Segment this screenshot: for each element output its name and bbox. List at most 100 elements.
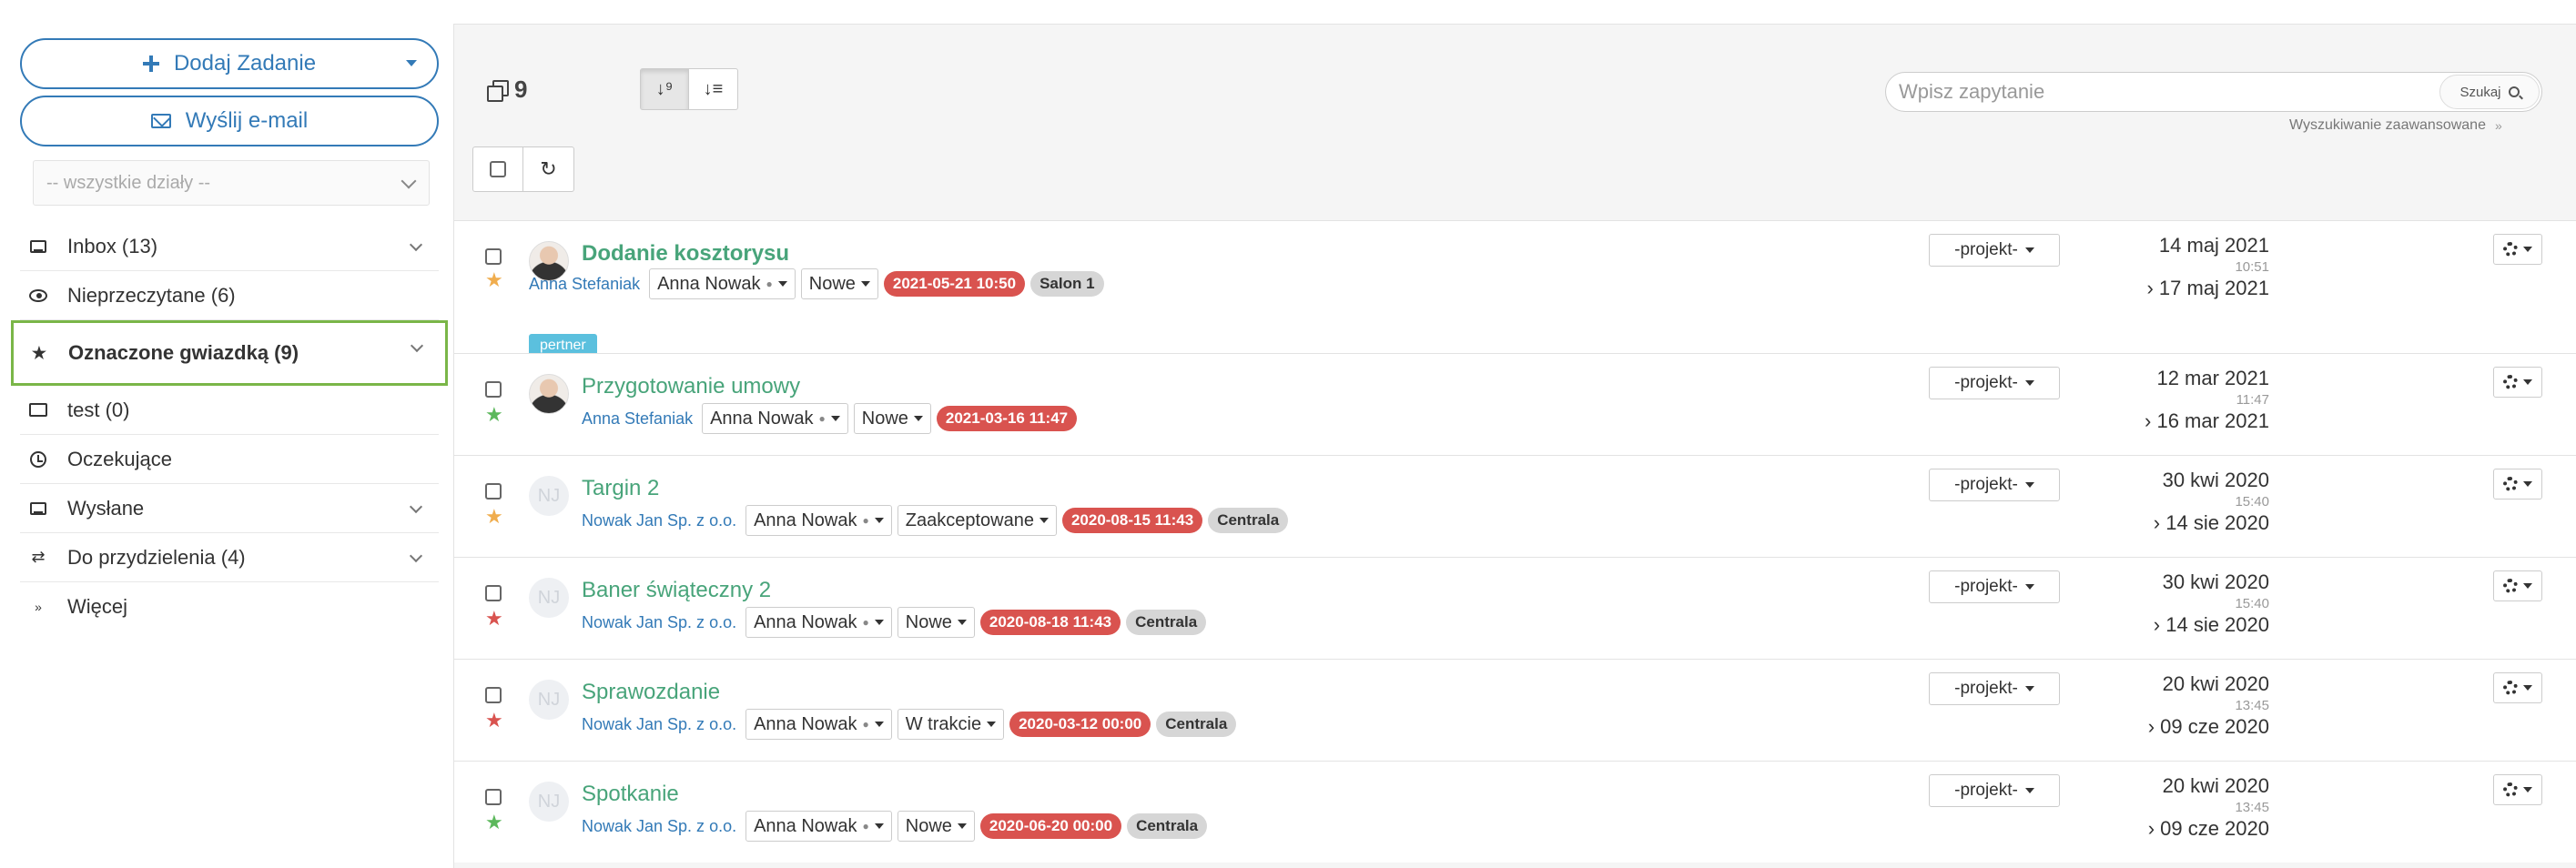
refresh-button[interactable]: ↻ <box>523 146 574 192</box>
actions-dropdown[interactable] <box>2493 367 2542 398</box>
task-checkbox[interactable] <box>485 483 502 500</box>
user-icon: ● <box>766 278 773 290</box>
task-title-link[interactable]: Targin 2 <box>582 476 659 501</box>
nav-item-label: Do przydzielenia (4) <box>67 545 246 569</box>
status-dropdown[interactable]: Nowe <box>800 268 878 299</box>
company-link[interactable]: Nowak Jan Sp. z o.o. <box>582 511 736 530</box>
star-icon[interactable]: ★ <box>485 607 503 631</box>
double-chevron-down-icon: » <box>2494 118 2502 133</box>
task-checkbox[interactable] <box>485 248 502 265</box>
project-label: -projekt- <box>1954 577 2018 596</box>
caret-down-icon <box>874 722 884 727</box>
gear-icon <box>2503 375 2518 389</box>
assignee-dropdown[interactable]: Anna Nowak ● <box>745 607 892 638</box>
project-dropdown[interactable]: -projekt- <box>1929 367 2060 399</box>
avatar <box>529 374 569 414</box>
task-checkbox[interactable] <box>485 687 502 703</box>
caret-down-icon <box>913 416 923 421</box>
chevron-down-icon[interactable] <box>409 500 423 514</box>
nav-item-label: Oczekujące <box>67 447 172 470</box>
advanced-search-link[interactable]: Wyszukiwanie zaawansowane » <box>2289 117 2502 134</box>
task-title-link[interactable]: Dodanie kosztorysu <box>582 241 789 267</box>
chevron-down-icon[interactable] <box>410 338 424 353</box>
avatar: NJ <box>529 578 569 618</box>
status-dropdown[interactable]: W trakcie <box>897 709 1005 740</box>
due-date: › 16 mar 2021 <box>2145 409 2269 432</box>
send-email-button[interactable]: Wyślij e-mail <box>20 96 439 146</box>
task-checkbox[interactable] <box>485 381 502 398</box>
sort-desc-button[interactable]: ↓≡ <box>689 68 738 110</box>
company-link[interactable]: Anna Stefaniak <box>582 409 693 429</box>
sort-asc-button[interactable]: ↓⁹ <box>640 68 689 110</box>
search-input[interactable] <box>1897 73 2407 111</box>
chevron-down-icon[interactable] <box>409 237 423 252</box>
project-dropdown[interactable]: -projekt- <box>1929 234 2060 267</box>
actions-dropdown[interactable] <box>2493 234 2542 265</box>
assignee-dropdown[interactable]: Anna Nowak ● <box>745 505 892 536</box>
chevron-down-icon[interactable] <box>409 549 423 563</box>
project-dropdown[interactable]: -projekt- <box>1929 469 2060 501</box>
company-link[interactable]: Nowak Jan Sp. z o.o. <box>582 613 736 632</box>
project-dropdown[interactable]: -projekt- <box>1929 570 2060 603</box>
caret-down-icon <box>2523 379 2532 385</box>
nav-item-sent[interactable]: Wysłane <box>20 484 439 533</box>
folder-icon <box>29 401 47 419</box>
inbox-icon <box>29 237 47 256</box>
status-dropdown[interactable]: Nowe <box>853 403 931 434</box>
select-all-checkbox[interactable] <box>472 146 523 192</box>
nav-item-test[interactable]: test (0) <box>20 386 439 435</box>
assignee-dropdown[interactable]: Anna Nowak ● <box>745 811 892 842</box>
caret-down-icon <box>2523 247 2532 252</box>
status-dropdown[interactable]: Zaakceptowane <box>897 505 1057 536</box>
caret-down-icon <box>2024 380 2034 386</box>
task-title-link[interactable]: Spotkanie <box>582 782 679 807</box>
project-label: -projekt- <box>1954 781 2018 800</box>
due-date: › 17 maj 2021 <box>2146 277 2269 299</box>
avatar: NJ <box>529 476 569 516</box>
search-button[interactable]: Szukaj <box>2439 75 2540 109</box>
status-dropdown[interactable]: Nowe <box>897 811 975 842</box>
department-select[interactable]: -- wszystkie działy -- <box>33 160 430 206</box>
caret-down-icon <box>2024 788 2034 793</box>
task-title-link[interactable]: Przygotowanie umowy <box>582 374 800 399</box>
company-link[interactable]: Nowak Jan Sp. z o.o. <box>582 817 736 836</box>
star-icon[interactable]: ★ <box>485 505 503 529</box>
caret-down-icon <box>2024 247 2034 253</box>
location-badge: Centrala <box>1126 610 1207 635</box>
user-icon: ● <box>862 616 869 629</box>
project-dropdown[interactable]: -projekt- <box>1929 672 2060 705</box>
assignee-dropdown[interactable]: Anna Nowak ● <box>649 268 796 299</box>
nav-item-starred[interactable]: ★ Oznaczone gwiazdką (9) <box>11 320 448 386</box>
assignee-dropdown[interactable]: Anna Nowak ● <box>745 709 892 740</box>
task-checkbox[interactable] <box>485 789 502 805</box>
task-meta: Anna Stefaniak Anna Nowak ● Nowe 2021-05-21 … <box>529 268 1104 299</box>
nav-item-unread[interactable]: Nieprzeczytane (6) <box>20 271 439 320</box>
nav-item-inbox[interactable]: Inbox (13) <box>20 222 439 271</box>
created-time: 15:40 <box>2235 494 2269 510</box>
task-row: ★ Dodanie kosztorysu Anna Stefaniak Anna No… <box>454 220 2576 358</box>
actions-dropdown[interactable] <box>2493 672 2542 703</box>
nav-item-more[interactable]: » Więcej <box>20 582 439 631</box>
star-icon[interactable]: ★ <box>485 811 503 834</box>
task-title-link[interactable]: Baner świąteczny 2 <box>582 578 771 603</box>
project-dropdown[interactable]: -projekt- <box>1929 774 2060 807</box>
nav-item-to-assign[interactable]: ⇄ Do przydzielenia (4) <box>20 533 439 582</box>
status-dropdown[interactable]: Nowe <box>897 607 975 638</box>
task-title-link[interactable]: Sprawozdanie <box>582 680 720 705</box>
actions-dropdown[interactable] <box>2493 469 2542 500</box>
task-meta: Nowak Jan Sp. z o.o. Anna Nowak ● W trakcie… <box>582 709 1237 740</box>
company-link[interactable]: Nowak Jan Sp. z o.o. <box>582 715 736 734</box>
assignee-dropdown[interactable]: Anna Nowak ● <box>702 403 848 434</box>
project-label: -projekt- <box>1954 373 2018 392</box>
caret-down-icon[interactable] <box>406 60 417 66</box>
task-checkbox[interactable] <box>485 585 502 601</box>
actions-dropdown[interactable] <box>2493 570 2542 601</box>
nav-item-pending[interactable]: Oczekujące <box>20 435 439 484</box>
star-icon[interactable]: ★ <box>485 268 503 292</box>
task-dates: 20 kwi 2020 13:45 › 09 cze 2020 <box>2148 672 2269 739</box>
actions-dropdown[interactable] <box>2493 774 2542 805</box>
star-icon[interactable]: ★ <box>485 403 503 427</box>
company-link[interactable]: Anna Stefaniak <box>529 275 640 294</box>
star-icon[interactable]: ★ <box>485 709 503 732</box>
add-task-button[interactable]: Dodaj Zadanie <box>20 38 439 89</box>
